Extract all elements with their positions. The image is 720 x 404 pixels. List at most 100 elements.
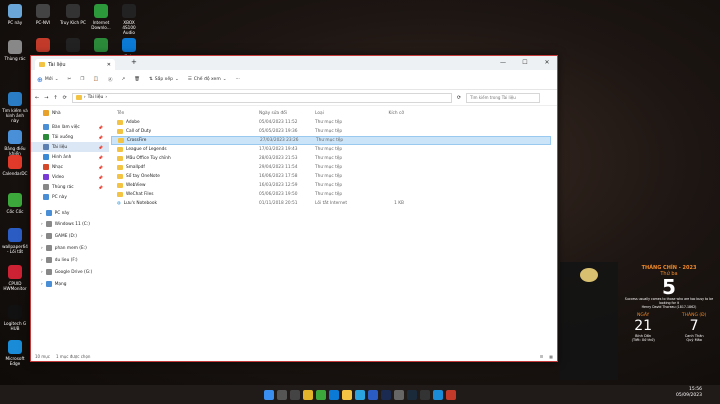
sidebar-item[interactable]: Tải xuống 📌 xyxy=(31,132,109,142)
column-date[interactable]: Ngày sửa đổi xyxy=(259,111,315,116)
sidebar-item[interactable]: PC này xyxy=(31,192,109,202)
zalo-icon[interactable] xyxy=(329,389,339,400)
table-row[interactable]: WebView 16/03/2023 12:59 Thư mục tệp xyxy=(111,181,551,190)
close-button[interactable]: ✕ xyxy=(537,56,557,68)
table-row[interactable]: Call of Duty 05/05/2023 19:36 Thư mục tệp xyxy=(111,127,551,136)
desktop-icon[interactable]: Tìm kiếm và kinh ảnh này xyxy=(2,92,28,123)
file-type: Thư mục tệp xyxy=(315,129,343,134)
table-row[interactable]: Adobe 05/04/2023 11:52 Thư mục tệp xyxy=(111,118,551,127)
table-row[interactable]: Mẫu Office Tùy chỉnh 28/03/2023 21:53 Thư … xyxy=(111,154,551,163)
tab-documents[interactable]: Tài liệu ✕ xyxy=(35,59,115,70)
desktop-icon[interactable]: CPUID HWMonitor xyxy=(2,265,28,291)
file-date: 28/03/2023 21:53 xyxy=(259,156,298,161)
paste-icon[interactable]: 📋 xyxy=(93,77,99,82)
clock[interactable]: 15:56 05/09/2023 xyxy=(676,387,702,399)
refresh-button[interactable]: ⟳ xyxy=(457,95,461,101)
sidebar-icon xyxy=(43,110,49,116)
sidebar-icon xyxy=(43,124,49,130)
tiles-view-icon[interactable]: ▦ xyxy=(549,354,553,359)
task-view-icon[interactable] xyxy=(290,389,300,400)
app-icon xyxy=(122,38,136,52)
sidebar-item[interactable]: Tài liệu 📌 xyxy=(31,142,109,152)
file-name: WeChat Files xyxy=(126,192,154,197)
cut-icon[interactable]: ✂ xyxy=(68,77,72,82)
sidebar-item[interactable]: Bàn làm việc 📌 xyxy=(31,122,109,132)
table-row[interactable]: CrossFire 27/03/2023 23:26 Thư mục tệp xyxy=(111,136,551,145)
photoshop-icon[interactable] xyxy=(381,389,391,400)
desktop-icon[interactable]: Truy Kích PC xyxy=(60,4,86,25)
refresh-icon[interactable]: ⟳ xyxy=(63,95,67,101)
desktop-icon[interactable] xyxy=(88,38,114,54)
chevron-down-icon: ⌄ xyxy=(54,77,59,82)
desktop-icon[interactable]: CalendarDC xyxy=(2,155,28,176)
sidebar-drive[interactable]: › Google Drive (G:) xyxy=(31,266,109,278)
sidebar-item[interactable]: Nhà xyxy=(31,108,109,118)
address-bar[interactable]: › Tài liệu › xyxy=(71,92,452,103)
app-icon xyxy=(8,130,22,144)
new-tab-button[interactable]: + xyxy=(131,58,137,66)
table-row[interactable]: Sổ tay OneNote 16/06/2023 17:58 Thư mục tệ… xyxy=(111,172,551,181)
obs-icon[interactable] xyxy=(420,389,430,400)
desktop-icon[interactable] xyxy=(60,38,86,54)
sidebar-drive[interactable]: › Windows 11 (C:) xyxy=(31,218,109,230)
sidebar-item[interactable]: Video 📌 xyxy=(31,172,109,182)
search-icon[interactable] xyxy=(277,389,287,400)
search-input[interactable]: Tìm kiếm trong Tài liệu xyxy=(466,92,541,103)
desktop-icon[interactable]: XBOX 4S100 Audio xyxy=(116,4,142,35)
desktop-icon[interactable] xyxy=(30,38,56,54)
column-size[interactable]: Kích cỡ xyxy=(370,111,410,116)
file-explorer-icon[interactable] xyxy=(342,389,352,400)
coccoc-icon[interactable] xyxy=(316,389,326,400)
game-icon[interactable] xyxy=(446,389,456,400)
column-type[interactable]: Loại xyxy=(315,111,370,116)
desktop-icon[interactable]: Internet Downlo... xyxy=(88,4,114,30)
minimize-button[interactable]: — xyxy=(493,56,513,68)
sidebar-item[interactable]: Nhạc 📌 xyxy=(31,162,109,172)
close-tab-icon[interactable]: ✕ xyxy=(107,62,111,68)
table-row[interactable]: WeChat Files 05/06/2023 19:50 Thư mục tệp xyxy=(111,190,551,199)
settings-icon[interactable] xyxy=(394,389,404,400)
breadcrumb[interactable]: Tài liệu xyxy=(88,95,104,100)
sidebar-item[interactable]: Hình ảnh 📌 xyxy=(31,152,109,162)
desktop-icon[interactable]: wallpaper64 - Lối tắt xyxy=(2,228,28,254)
table-row[interactable]: League of Legends 17/03/2023 19:43 Thư mục… xyxy=(111,145,551,154)
forward-icon[interactable]: → xyxy=(44,95,48,101)
tab-title: Tài liệu xyxy=(48,61,66,68)
new-button[interactable]: ⊕ Mới ⌄ xyxy=(37,76,59,84)
table-row[interactable]: ◍ Lưu's Notebook 01/11/2018 20:51 Lối tắt I… xyxy=(111,199,551,208)
sidebar-drive[interactable]: › phan mem (E:) xyxy=(31,242,109,254)
rename-icon[interactable]: Ⓐ xyxy=(108,77,113,83)
sidebar-item-pc[interactable]: ⌄ PC này xyxy=(31,208,109,218)
desktop-icon[interactable]: PC-NVI xyxy=(30,4,56,25)
start-icon[interactable] xyxy=(264,389,274,400)
maximize-button[interactable]: ☐ xyxy=(515,56,535,68)
desktop-icon[interactable]: Thùng rác xyxy=(2,40,28,61)
edge-icon[interactable] xyxy=(433,389,443,400)
desktop-icon[interactable]: Bảng điều khiển xyxy=(2,130,28,156)
desktop-icon[interactable]: Cốc Cốc xyxy=(2,193,28,214)
delete-icon[interactable]: 🗑 xyxy=(134,77,140,82)
sort-button[interactable]: ⇅ Sắp xếp ⌄ xyxy=(149,77,179,82)
sidebar-drive[interactable]: › du lieu (F:) xyxy=(31,254,109,266)
table-row[interactable]: Smallpdf 29/04/2023 11:54 Thư mục tệp xyxy=(111,163,551,172)
sidebar-item-network[interactable]: › Mạng xyxy=(31,278,109,290)
details-view-icon[interactable]: ☰ xyxy=(540,354,544,359)
back-icon[interactable]: ← xyxy=(35,95,39,101)
up-icon[interactable]: ↑ xyxy=(53,95,57,101)
telegram-icon[interactable] xyxy=(355,389,365,400)
desktop-icon[interactable]: Microsoft Edge xyxy=(2,340,28,366)
copy-icon[interactable]: ❐ xyxy=(80,77,84,82)
view-button[interactable]: ☰ Chế độ xem ⌄ xyxy=(188,77,227,82)
app-icon xyxy=(36,38,50,52)
desktop-icon[interactable]: Logitech G HUB xyxy=(2,305,28,331)
chrome-icon[interactable] xyxy=(303,389,313,400)
sidebar-item[interactable]: Thùng rác 📌 xyxy=(31,182,109,192)
desktop-icon[interactable]: PC này xyxy=(2,4,28,25)
share-icon[interactable]: ↗ xyxy=(121,77,125,82)
word-icon[interactable] xyxy=(368,389,378,400)
more-icon[interactable]: ··· xyxy=(236,77,240,82)
column-name[interactable]: Tên xyxy=(111,111,259,116)
tab-bar: Tài liệu ✕ + — ☐ ✕ xyxy=(31,56,557,70)
sidebar-drive[interactable]: › GAME (D:) xyxy=(31,230,109,242)
steam-icon[interactable] xyxy=(407,389,417,400)
